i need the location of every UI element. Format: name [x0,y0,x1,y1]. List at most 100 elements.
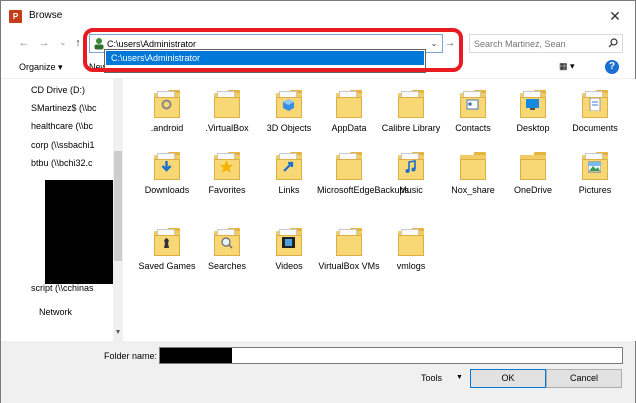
folder-icon [336,89,362,119]
sidebar-scroll-thumb[interactable] [114,151,122,261]
up-arrow-icon[interactable]: ↑ [71,35,85,51]
folder-label: vmlogs [396,261,426,271]
folder-label: Pictures [578,185,612,195]
file-list-scrollbar[interactable] [626,79,636,341]
desktop-icon [526,99,539,110]
folder-item[interactable]: Nox_share [441,151,505,196]
cube-icon [283,99,294,111]
folder-item[interactable]: Calibre Library [379,89,443,134]
tools-dropdown-icon[interactable]: ▼ [456,374,463,381]
folder-icon [154,89,180,119]
folder-label: Contacts [455,123,491,133]
folder-icon [214,89,240,119]
recent-chevron-down-icon[interactable]: ⌄ [56,35,70,51]
organize-label: Organize [19,62,56,72]
folder-item[interactable]: Pictures [563,151,627,196]
folder-icon [398,151,424,181]
folder-item[interactable]: Videos [257,227,321,272]
folder-label: AppData [331,123,367,133]
folder-item[interactable]: Favorites [195,151,259,196]
folder-item[interactable]: OneDrive [501,151,565,196]
address-dropdown-icon[interactable]: ⌄ [428,36,440,51]
sidebar-item-label: healthcare (\\bc [31,121,94,131]
sidebar-item-label: CD Drive (D:) [31,85,85,95]
folder-icon [460,89,486,119]
folder-item[interactable]: Documents [563,89,627,134]
folder-label: .VirtualBox [205,123,249,133]
sidebar-item-healthcare[interactable]: healthcare (\\bc [31,121,113,133]
sidebar-item-label: btbu (\\bchi32.c [31,158,93,168]
chess-icon [164,238,169,248]
folder-item[interactable]: .android [135,89,199,134]
folder-item[interactable]: VirtualBox VMs [317,227,381,272]
folder-label: VirtualBox VMs [318,261,380,271]
folder-icon [398,227,424,257]
go-arrow-icon[interactable]: → [445,38,455,49]
folder-icon [582,151,608,181]
folder-label: Nox_share [451,185,495,195]
folder-label: .android [150,123,184,133]
search-icon[interactable] [608,38,618,48]
folder-icon [520,89,546,119]
file-list: .android .VirtualBox 3D Objects AppData Cali… [123,79,635,341]
redacted-value [160,348,232,363]
sidebar-item-corp[interactable]: corp (\\ssbachi1 [31,140,113,152]
folder-item[interactable]: Saved Games [135,227,199,272]
gear-icon [161,99,172,110]
scroll-down-icon[interactable]: ▼ [113,329,123,339]
folder-item[interactable]: MicrosoftEdgeBackups [317,151,409,196]
close-icon[interactable]: ✕ [605,6,625,26]
sidebar-item-btbu[interactable]: btbu (\\bchi32.c [31,158,113,170]
folder-item[interactable]: vmlogs [379,227,443,272]
back-arrow-icon[interactable]: ← [17,35,31,51]
folder-item[interactable]: .VirtualBox [195,89,259,134]
folder-label: Desktop [516,123,550,133]
folder-icon [460,151,486,181]
doc-icon [589,98,601,111]
cancel-button[interactable]: Cancel [546,369,622,388]
window-title: Browse [29,10,63,21]
folder-item[interactable]: Music [379,151,443,196]
title-bar: P Browse ✕ [1,1,635,31]
folder-label: 3D Objects [266,123,312,133]
note-icon [405,160,416,173]
folder-icon [336,227,362,257]
folder-name-input[interactable] [159,347,623,364]
tools-menu[interactable]: Tools [421,373,442,383]
organize-menu[interactable]: Organize ▾ [19,62,63,73]
folder-item[interactable]: AppData [317,89,381,134]
dialog-footer: Folder name: Tools ▼ OK Cancel [1,341,635,403]
help-icon[interactable]: ? [605,60,619,74]
folder-icon [154,227,180,257]
sidebar-item-label: SMartinez$ (\\bc [31,103,97,113]
suggestion-item[interactable]: C:\users\Administrator [106,51,424,65]
folder-label: Downloads [144,185,190,195]
folder-icon [276,89,302,119]
sidebar-item-cd-drive[interactable]: CD Drive (D:) [31,85,113,97]
view-options-button[interactable]: ▦ ▾ [559,61,587,74]
search-box[interactable] [469,34,623,53]
sidebar-item-label: corp (\\ssbachi1 [31,140,95,150]
star-icon [220,160,233,173]
folder-item[interactable]: Links [257,151,321,196]
folder-item[interactable]: 3D Objects [257,89,321,134]
powerpoint-icon: P [9,10,22,23]
sidebar-item-script[interactable]: script (\\cchinas [31,283,113,295]
sidebar-item-smartinez[interactable]: SMartinez$ (\\bc [31,103,113,115]
folder-icon [520,151,546,181]
folder-icon [214,151,240,181]
folder-item[interactable]: Contacts [441,89,505,134]
sidebar-item-network[interactable]: Network [39,307,121,319]
folder-item[interactable]: Downloads [135,151,199,196]
redacted-area [45,180,113,284]
link-icon [283,161,294,172]
folder-label: OneDrive [513,185,552,195]
view-dropdown-icon: ▾ [570,61,575,71]
forward-arrow-icon[interactable]: → [37,35,51,51]
folder-item[interactable]: Searches [195,227,259,272]
folder-icon [276,151,302,181]
ok-button[interactable]: OK [470,369,546,388]
search-input[interactable] [474,36,602,51]
folder-icon [214,227,240,257]
folder-item[interactable]: Desktop [501,89,565,134]
